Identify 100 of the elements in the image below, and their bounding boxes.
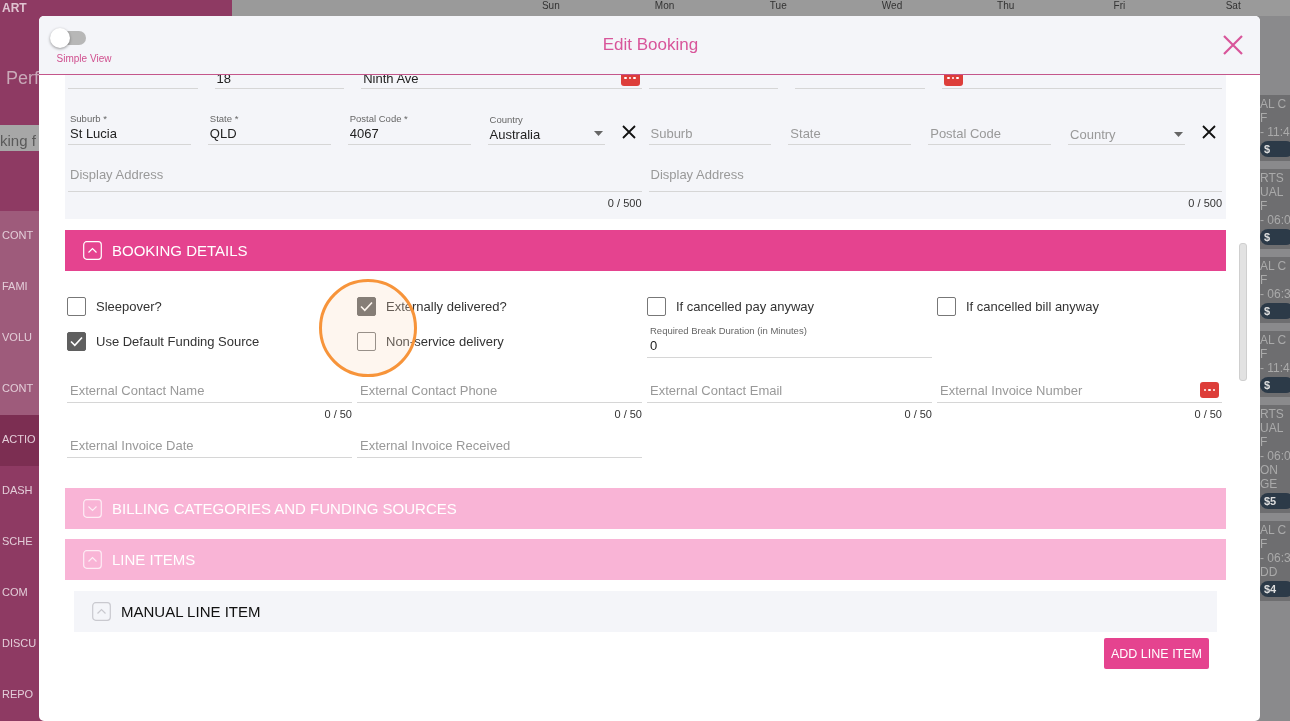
country-select[interactable]: Country — [1068, 107, 1185, 145]
caret-icon — [1174, 132, 1183, 137]
event-text: F — [1260, 537, 1269, 551]
more-button[interactable] — [620, 75, 640, 86]
price-badge: $4 — [1260, 581, 1290, 597]
event-text: - 06:0 — [1260, 213, 1290, 227]
field-placeholder: Display Address — [70, 167, 164, 182]
field-placeholder: Country — [1070, 127, 1116, 142]
scrollbar-thumb[interactable] — [1239, 243, 1247, 381]
event-text: AL C — [1260, 333, 1288, 347]
input-field[interactable]: External Contact Name — [67, 369, 352, 403]
checkbox[interactable] — [937, 297, 956, 316]
char-counter: 0 / 50 — [324, 408, 352, 420]
input-field[interactable]: Postal Code * 4067 — [347, 107, 471, 145]
input-field[interactable]: Suburb — [648, 107, 772, 145]
text-area[interactable]: Display Address — [648, 165, 1222, 192]
char-counter: 0 / 500 — [607, 197, 642, 209]
input-field[interactable]: External Contact Phone — [357, 369, 642, 403]
event-card[interactable]: AL C F - 11:4 $ — [1260, 95, 1290, 161]
event-card[interactable]: AL C F - 06:3 $ — [1260, 257, 1290, 323]
line-item-title: MANUAL LINE ITEM — [121, 603, 261, 620]
checkbox[interactable] — [67, 332, 86, 351]
field-placeholder: External Invoice Received — [360, 438, 511, 453]
field-label: Country — [489, 114, 524, 125]
event-text: - 06:0 — [1260, 449, 1290, 463]
checkbox-label: If cancelled pay anyway — [676, 299, 815, 314]
price-badge: $5 — [1260, 493, 1290, 509]
checkbox[interactable] — [67, 297, 86, 316]
field-placeholder: Suburb — [650, 126, 694, 141]
char-counter: 0 / 50 — [904, 408, 932, 420]
event-card[interactable]: AL C F - 06:3 DD $4 — [1260, 521, 1290, 601]
char-counter: 0 / 50 — [1194, 408, 1222, 420]
collapse-icon — [83, 550, 102, 569]
field-value: 4067 — [349, 126, 380, 141]
day-header: Fri — [1112, 0, 1127, 12]
checkbox[interactable] — [647, 297, 666, 316]
event-text: AL C — [1260, 97, 1288, 111]
text-area[interactable]: Display Address — [68, 165, 642, 192]
field-value: 0 — [650, 338, 658, 353]
field-value: Australia — [489, 127, 541, 142]
input-field[interactable]: State * QLD — [207, 107, 331, 145]
day-header: Thu — [996, 0, 1016, 12]
clear-icon[interactable] — [1202, 125, 1216, 139]
expand-icon — [83, 499, 102, 518]
event-text: F — [1260, 199, 1269, 213]
collapse-icon — [92, 602, 111, 621]
field-label: Postal Code * — [349, 113, 409, 124]
price-badge: $ — [1260, 303, 1290, 319]
char-counter: 0 / 500 — [1188, 197, 1222, 209]
checkbox-label: Use Default Funding Source — [96, 334, 260, 349]
input-field[interactable]: External Invoice Date — [67, 424, 352, 458]
field-placeholder: State — [790, 126, 822, 141]
field-label: State * — [209, 113, 240, 124]
input-field[interactable]: Required Break Duration (in Minutes) 0 — [647, 324, 932, 358]
checkbox[interactable] — [357, 332, 376, 351]
input-field[interactable]: External Contact Email — [647, 369, 932, 403]
event-text: F — [1260, 273, 1269, 287]
field-label: Suburb * — [70, 113, 108, 124]
day-header: Wed — [880, 0, 904, 12]
day-header: Mon — [653, 0, 676, 12]
event-text: DD — [1260, 565, 1279, 579]
input-field[interactable]: External Invoice Number — [937, 369, 1222, 403]
more-button[interactable] — [943, 75, 963, 86]
section-header[interactable]: BOOKING DETAILS — [65, 230, 1226, 271]
event-text: F — [1260, 435, 1269, 449]
more-button[interactable] — [1200, 382, 1219, 398]
clear-icon[interactable] — [621, 125, 636, 139]
toggle-label: Simple View — [56, 52, 112, 64]
section-title: BILLING CATEGORIES AND FUNDING SOURCES — [112, 500, 457, 517]
event-text: F — [1260, 347, 1269, 361]
toggle-switch[interactable] — [52, 30, 86, 45]
event-text: ON — [1260, 463, 1279, 477]
field-placeholder: External Contact Email — [650, 383, 783, 398]
country-select[interactable]: Country Australia — [487, 107, 605, 145]
close-icon[interactable] — [1222, 34, 1244, 56]
event-card[interactable]: AL C F - 11:4 $ — [1260, 331, 1290, 397]
input-field[interactable]: State — [788, 107, 912, 145]
input-field[interactable]: Postal Code — [928, 107, 1052, 145]
checkbox[interactable] — [357, 297, 376, 316]
input-field[interactable]: Suburb * St Lucia — [68, 107, 191, 145]
app-subtitle: Perf — [6, 67, 39, 88]
field-value: QLD — [209, 126, 238, 141]
event-text: - 06:3 — [1260, 287, 1290, 301]
field-value: St Lucia — [70, 126, 118, 141]
collapse-icon — [83, 241, 102, 260]
day-header: Sun — [540, 0, 561, 12]
price-badge: $ — [1260, 141, 1290, 157]
event-text: F — [1260, 111, 1269, 125]
price-badge: $ — [1260, 377, 1290, 393]
event-text: RTS — [1260, 171, 1285, 185]
event-text: AL C — [1260, 259, 1288, 273]
line-item-header[interactable]: MANUAL LINE ITEM — [74, 591, 1217, 632]
event-card[interactable]: RTS UAL F - 06:0 ON GE $5 — [1260, 405, 1290, 513]
field-placeholder: Display Address — [650, 167, 744, 182]
input-field[interactable]: External Invoice Received — [357, 424, 642, 458]
dialog-title: Edit Booking — [601, 35, 700, 55]
add-line-item-button[interactable]: ADD LINE ITEM — [1104, 638, 1209, 669]
event-card[interactable]: RTS UAL F - 06:0 $ — [1260, 169, 1290, 249]
field-placeholder: External Invoice Date — [70, 438, 194, 453]
event-text: UAL — [1260, 185, 1285, 199]
